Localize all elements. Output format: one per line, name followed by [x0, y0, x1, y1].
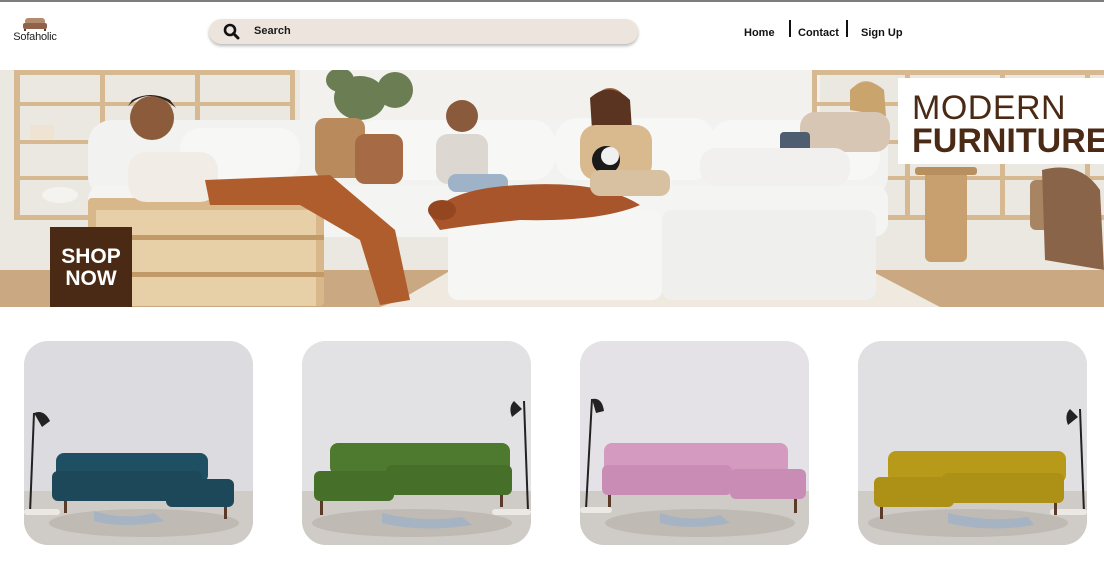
nav-contact-link[interactable]: Contact — [798, 27, 839, 39]
main-nav: Home Contact Sign Up — [744, 20, 914, 42]
nav-signup-link[interactable]: Sign Up — [861, 27, 903, 39]
product-card-green[interactable] — [302, 341, 531, 545]
sofa-logo-icon — [23, 18, 47, 31]
product-card-teal[interactable] — [24, 341, 253, 545]
hero-title-line2: FURNITURE — [912, 122, 1104, 160]
logo-text: Sofaholic — [13, 31, 57, 43]
search-icon — [223, 23, 240, 40]
search-input[interactable]: Search — [254, 25, 291, 37]
hero-banner: MODERN FURNITURE SHOP NOW — [0, 70, 1104, 307]
product-card-pink[interactable] — [580, 341, 809, 545]
shop-now-line2: NOW — [65, 267, 117, 290]
logo[interactable]: Sofaholic — [7, 17, 63, 43]
hero-title-line1: MODERN — [912, 89, 1067, 127]
search-bar[interactable]: Search — [209, 19, 638, 44]
nav-divider — [789, 20, 791, 37]
green-sofa-image — [302, 341, 531, 545]
hero-title-box: MODERN FURNITURE — [898, 78, 1104, 164]
nav-divider — [846, 20, 848, 37]
product-card-mustard[interactable] — [858, 341, 1087, 545]
nav-home-link[interactable]: Home — [744, 27, 775, 39]
shop-now-line1: SHOP — [61, 245, 121, 268]
mustard-sofa-image — [858, 341, 1087, 545]
shop-now-button[interactable]: SHOP NOW — [50, 227, 132, 307]
pink-sofa-image — [580, 341, 809, 545]
teal-sofa-image — [24, 341, 253, 545]
top-border — [0, 0, 1104, 2]
